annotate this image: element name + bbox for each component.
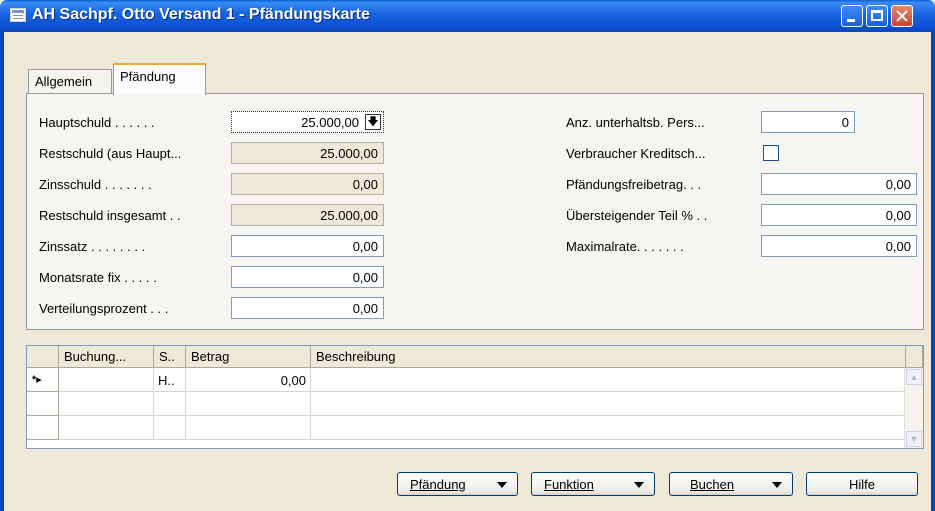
grid-vertical-scrollbar[interactable]: ▲ ▼ bbox=[904, 368, 923, 448]
close-button[interactable] bbox=[891, 5, 913, 27]
column-header-filler bbox=[906, 346, 923, 368]
verteilungsprozent-field[interactable]: 0,00 bbox=[231, 297, 384, 319]
funktion-button-label: Funktion bbox=[544, 477, 594, 492]
window-border-left bbox=[0, 32, 4, 511]
funktion-menu-button[interactable]: Funktion bbox=[531, 472, 655, 496]
form-icon bbox=[10, 8, 26, 22]
label-maximalrate: Maximalrate. . . . . . . bbox=[566, 239, 684, 254]
tab-allgemein[interactable]: Allgemein bbox=[28, 69, 112, 93]
tab-allgemein-label: Allgemein bbox=[35, 74, 93, 89]
restschuld-haupt-field[interactable]: 25.000,00 bbox=[231, 142, 384, 164]
pfaendung-menu-button[interactable]: Pfändung bbox=[397, 472, 518, 496]
cell-beschreibung[interactable] bbox=[311, 368, 906, 392]
label-hauptschuld: Hauptschuld . . . . . . bbox=[39, 115, 155, 130]
cell-betrag[interactable] bbox=[186, 392, 311, 416]
title-bar[interactable]: AH Sachpf. Otto Versand 1 - Pfändungskar… bbox=[0, 0, 935, 32]
cell-beschreibung[interactable] bbox=[311, 416, 906, 440]
freibetrag-value: 0,00 bbox=[885, 177, 911, 192]
anz-personen-value: 0 bbox=[841, 115, 849, 130]
label-freibetrag: Pfändungsfreibetrag. . . bbox=[566, 177, 702, 192]
hauptschuld-value: 25.000,00 bbox=[301, 115, 359, 130]
minimize-button[interactable] bbox=[841, 5, 863, 27]
cell-beschreibung[interactable] bbox=[311, 392, 906, 416]
zinsschuld-value: 0,00 bbox=[352, 177, 378, 192]
window-border-right bbox=[931, 32, 935, 511]
grid-corner-header bbox=[27, 346, 59, 368]
cell-buchung[interactable] bbox=[59, 392, 154, 416]
monatsrate-field[interactable]: 0,00 bbox=[231, 266, 384, 288]
scroll-down-arrow-icon[interactable]: ▼ bbox=[906, 431, 922, 447]
zinsschuld-field[interactable]: 0,00 bbox=[231, 173, 384, 195]
cell-buchung[interactable] bbox=[59, 368, 154, 392]
uebersteigend-field[interactable]: 0,00 bbox=[761, 204, 917, 226]
buchen-button-label: Buchen bbox=[690, 477, 735, 492]
cell-betrag[interactable] bbox=[186, 416, 311, 440]
buchen-menu-button[interactable]: Buchen bbox=[669, 472, 793, 496]
restschuld-gesamt-value: 25.000,00 bbox=[320, 208, 378, 223]
drilldown-arrow-icon[interactable]: 🡇 bbox=[365, 114, 381, 130]
maximize-button[interactable] bbox=[866, 5, 888, 27]
uebersteigend-value: 0,00 bbox=[885, 208, 911, 223]
hilfe-button[interactable]: Hilfe bbox=[806, 472, 918, 496]
maximalrate-field[interactable]: 0,00 bbox=[761, 235, 917, 257]
row-selector[interactable] bbox=[27, 416, 59, 440]
label-verteilungsprozent: Verteilungsprozent . . . bbox=[39, 301, 169, 316]
label-zinsschuld: Zinsschuld . . . . . . . bbox=[39, 177, 152, 192]
cell-buchung[interactable] bbox=[59, 416, 154, 440]
restschuld-gesamt-field[interactable]: 25.000,00 bbox=[231, 204, 384, 226]
cell-s[interactable]: H.. bbox=[154, 368, 186, 392]
dropdown-arrow-icon bbox=[634, 482, 644, 488]
column-header-beschreibung[interactable]: Beschreibung bbox=[311, 346, 906, 368]
dropdown-arrow-icon bbox=[497, 482, 507, 488]
tab-pfaendung[interactable]: Pfändung bbox=[113, 63, 206, 95]
hilfe-button-label: Hilfe bbox=[848, 477, 875, 492]
new-record-marker-icon: *▸ bbox=[32, 374, 42, 386]
hauptschuld-field[interactable]: 25.000,00 🡇 bbox=[231, 111, 384, 133]
label-monatsrate: Monatsrate fix . . . . . bbox=[39, 270, 157, 285]
zinssatz-field[interactable]: 0,00 bbox=[231, 235, 384, 257]
cell-s[interactable] bbox=[154, 392, 186, 416]
freibetrag-field[interactable]: 0,00 bbox=[761, 173, 917, 195]
label-uebersteigend: Übersteigender Teil % . . bbox=[566, 208, 708, 223]
pfaendung-button-label: Pfändung bbox=[410, 477, 466, 492]
monatsrate-value: 0,00 bbox=[352, 270, 378, 285]
row-selector[interactable]: *▸ bbox=[27, 368, 59, 392]
label-restschuld-haupt: Restschuld (aus Haupt... bbox=[39, 146, 182, 161]
tab-pfaendung-label: Pfändung bbox=[120, 69, 176, 84]
dropdown-arrow-icon bbox=[772, 482, 782, 488]
restschuld-haupt-value: 25.000,00 bbox=[320, 146, 378, 161]
cell-s[interactable] bbox=[154, 416, 186, 440]
anz-personen-field[interactable]: 0 bbox=[761, 111, 855, 133]
label-anz-personen: Anz. unterhaltsb. Pers... bbox=[566, 115, 705, 130]
verbraucher-kredit-checkbox[interactable] bbox=[763, 145, 779, 161]
label-verbraucher-kredit: Verbraucher Kreditsch... bbox=[566, 146, 706, 161]
label-zinssatz: Zinssatz . . . . . . . . bbox=[39, 239, 146, 254]
column-header-buchung[interactable]: Buchung... bbox=[59, 346, 154, 368]
cell-betrag[interactable]: 0,00 bbox=[186, 368, 311, 392]
label-restschuld-gesamt: Restschuld insgesamt . . bbox=[39, 208, 181, 223]
scroll-up-arrow-icon[interactable]: ▲ bbox=[906, 369, 922, 385]
zinssatz-value: 0,00 bbox=[352, 239, 378, 254]
column-header-betrag[interactable]: Betrag bbox=[186, 346, 311, 368]
row-selector[interactable] bbox=[27, 392, 59, 416]
window-title: AH Sachpf. Otto Versand 1 - Pfändungskar… bbox=[32, 6, 370, 23]
maximalrate-value: 0,00 bbox=[885, 239, 911, 254]
column-header-s[interactable]: S.. bbox=[154, 346, 186, 368]
posting-grid: Buchung... S.. Betrag Beschreibung *▸ H.… bbox=[26, 345, 924, 449]
verteilungsprozent-value: 0,00 bbox=[352, 301, 378, 316]
